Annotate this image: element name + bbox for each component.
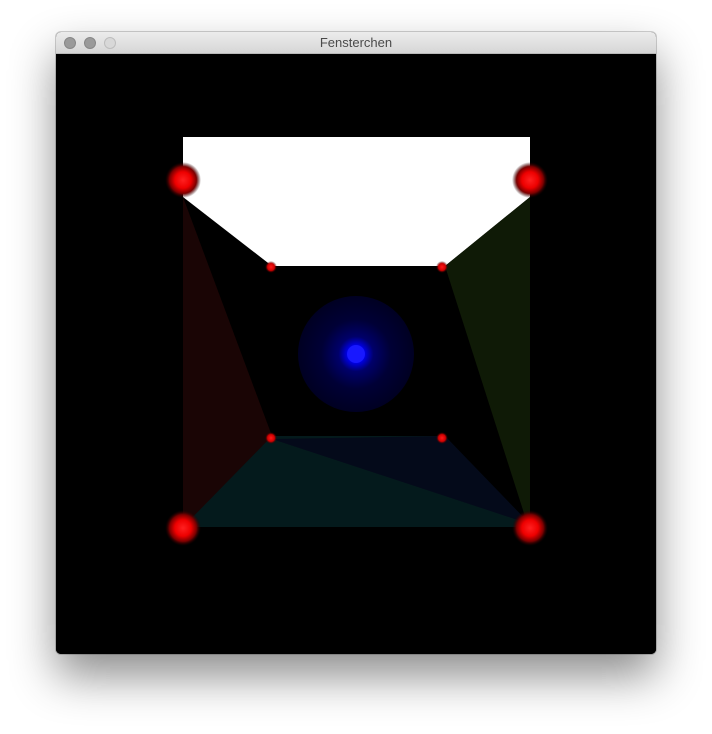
app-window: Fensterchen (56, 32, 656, 654)
title-bar[interactable]: Fensterchen (56, 32, 656, 54)
window-title: Fensterchen (319, 35, 393, 50)
render-viewport[interactable] (56, 54, 656, 654)
sphere-front-top-left (165, 162, 201, 198)
sphere-front-bottom-left (165, 510, 201, 546)
rendered-scene (56, 54, 656, 654)
sphere-front-bottom-right (512, 510, 548, 546)
sphere-back-top-right (436, 261, 448, 273)
sphere-front-top-right (512, 162, 548, 198)
blue-light-core (347, 345, 365, 363)
sphere-back-bottom-left (265, 432, 277, 444)
sphere-back-bottom-right (436, 432, 448, 444)
sphere-back-top-left (265, 261, 277, 273)
